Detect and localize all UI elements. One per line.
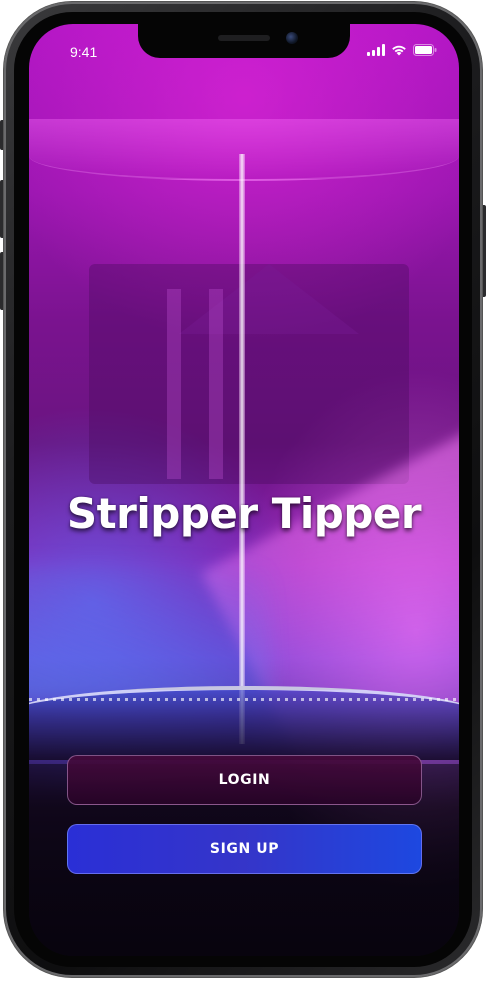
app-title: Stripper Tipper (66, 489, 422, 538)
phone-mockup: 9:41 Stripper Tipper LOGIN SIGN UP (0, 0, 488, 981)
background-pole (239, 154, 245, 744)
background-pillar (209, 289, 223, 479)
app-screen: 9:41 Stripper Tipper LOGIN SIGN UP (29, 24, 459, 956)
login-button[interactable]: LOGIN (67, 755, 422, 805)
status-time: 9:41 (70, 44, 98, 60)
battery-icon (413, 44, 437, 56)
background-roof (179, 264, 359, 334)
signup-button[interactable]: SIGN UP (67, 824, 422, 874)
background-stage-lights (29, 698, 459, 701)
background-pillar (167, 289, 181, 479)
wifi-icon (391, 44, 407, 56)
background-light-glow (29, 564, 269, 704)
signal-icon (367, 44, 385, 56)
status-icons (367, 44, 437, 56)
status-bar: 9:41 (29, 24, 459, 68)
home-indicator (174, 943, 314, 948)
